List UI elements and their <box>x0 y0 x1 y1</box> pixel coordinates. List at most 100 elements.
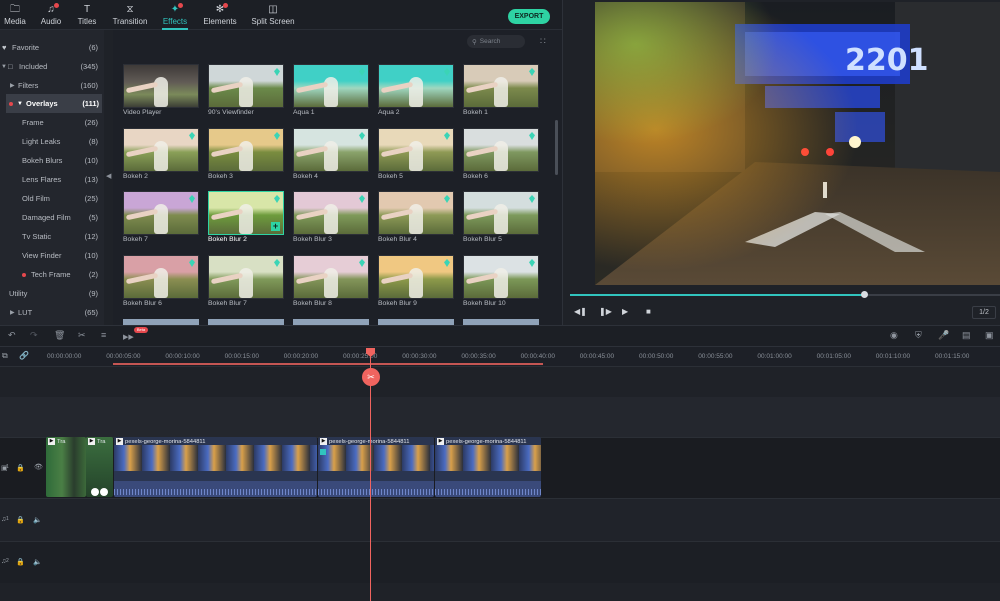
effect-thumb[interactable] <box>208 64 284 108</box>
link-icon[interactable]: 🔗 <box>19 351 29 360</box>
folder-icon: □ <box>8 62 13 71</box>
sidebar-item-tv-static[interactable]: Tv Static (12) <box>0 227 104 246</box>
sidebar-item-frame[interactable]: Frame (26) <box>0 113 104 132</box>
sidebar-item-included[interactable]: ▼ □ Included (345) <box>0 57 104 76</box>
sidebar-item-old-film[interactable]: Old Film (25) <box>0 189 104 208</box>
sidebar-item-count: (5) <box>88 213 98 222</box>
effect-thumb[interactable] <box>463 128 539 172</box>
video-clip[interactable]: ▶pexels-george-morina-5844811 <box>114 437 317 497</box>
effect-thumb[interactable]: + <box>208 191 284 235</box>
shield-icon[interactable]: ⛨ <box>915 330 922 341</box>
premium-gem-icon <box>274 195 280 203</box>
effect-thumb[interactable] <box>123 191 199 235</box>
effect-thumb[interactable] <box>293 64 369 108</box>
effect-thumb[interactable] <box>293 128 369 172</box>
track-number: 1 <box>6 464 9 470</box>
stop-icon[interactable]: ■ <box>646 307 651 316</box>
sidebar-item-utility[interactable]: Utility (9) <box>0 284 104 303</box>
timeline-toolbar <box>0 325 1000 347</box>
premium-gem-icon <box>189 132 195 140</box>
step-forward-icon[interactable]: ❚▶ <box>599 307 612 316</box>
sidebar-item-label: Overlays <box>26 99 58 108</box>
sidebar-item-label: Bokeh Blurs <box>22 156 63 165</box>
snapshot-icon[interactable]: ▣ <box>985 330 994 341</box>
sidebar-item-damaged-film[interactable]: Damaged Film (5) <box>0 208 104 227</box>
grid-scrollbar[interactable] <box>555 120 558 175</box>
add-effect-icon[interactable]: + <box>271 222 280 231</box>
effect-thumb[interactable] <box>378 255 454 299</box>
video-clip[interactable]: ▶pexels-george-morina-5844811 <box>318 437 434 497</box>
redo-icon[interactable]: ↷ <box>30 330 38 341</box>
preview-video: 2201 <box>595 2 1000 285</box>
tab-titles-label: Titles <box>77 16 97 26</box>
undo-icon[interactable]: ↶ <box>8 330 16 341</box>
tab-audio[interactable]: ♫ Audio <box>38 0 64 30</box>
preview-progress-handle[interactable] <box>861 291 868 298</box>
sidebar-item-lens-flares[interactable]: Lens Flares (13) <box>0 170 104 189</box>
playhead-line[interactable] <box>370 349 371 601</box>
ruler-timecode: 00:00:15:00 <box>224 353 259 360</box>
effect-thumb[interactable] <box>208 255 284 299</box>
microphone-icon[interactable]: 🎤 <box>938 330 949 341</box>
effect-thumb[interactable] <box>378 128 454 172</box>
effect-thumb[interactable] <box>463 64 539 108</box>
video-clip[interactable]: ▶pexels-george-morina-5844811 <box>435 437 541 497</box>
render-icon[interactable]: ◉ <box>890 330 898 341</box>
effect-thumb[interactable] <box>378 191 454 235</box>
sidebar-item-label: Old Film <box>22 194 50 203</box>
delete-icon[interactable]: 🗑 <box>54 330 65 341</box>
sidebar-item-bokeh-blurs[interactable]: Bokeh Blurs (10) <box>0 151 104 170</box>
effect-thumb[interactable] <box>293 191 369 235</box>
lock-icon[interactable]: 🔒 <box>16 558 25 566</box>
tab-split-screen-label: Split Screen <box>251 16 295 26</box>
tab-media[interactable]: 🗀 Media <box>2 0 28 30</box>
effect-thumb[interactable] <box>123 255 199 299</box>
effect-label: Bokeh 4 <box>293 173 318 180</box>
transition-clip[interactable]: ▶ Tra <box>46 437 86 497</box>
effect-thumb[interactable] <box>463 191 539 235</box>
effect-thumb[interactable] <box>378 64 454 108</box>
effect-thumb[interactable] <box>123 64 199 108</box>
collapse-sidebar-icon[interactable]: ◀ <box>106 172 111 180</box>
lock-icon[interactable]: 🔒 <box>16 516 25 524</box>
sidebar-item-view-finder[interactable]: View Finder (10) <box>0 246 104 265</box>
sidebar-item-filters[interactable]: ▶ Filters (160) <box>0 76 104 95</box>
tab-effects[interactable]: ✦ Effects <box>160 0 190 30</box>
tab-transition[interactable]: ⧖ Transition <box>112 0 148 30</box>
speed-icon[interactable]: ▶▶ <box>123 333 134 341</box>
preview-page-indicator[interactable]: 1/2 <box>972 306 996 319</box>
transition-clip[interactable]: ▶ Tra <box>86 437 113 497</box>
effect-thumb[interactable] <box>208 128 284 172</box>
adjust-icon[interactable]: ≡ <box>101 330 106 340</box>
sidebar-item-light-leaks[interactable]: Light Leaks (8) <box>0 132 104 151</box>
premium-gem-icon <box>359 259 365 267</box>
tab-split-screen[interactable]: ◫ Split Screen <box>251 0 295 30</box>
add-track-icon[interactable]: ⧉ <box>2 351 8 361</box>
speaker-icon[interactable]: 🔈 <box>33 558 42 566</box>
lock-icon[interactable]: 🔒 <box>16 464 25 472</box>
export-button[interactable]: EXPORT <box>508 9 550 24</box>
tab-effects-label: Effects <box>162 16 188 26</box>
scissors-icon[interactable]: ✂ <box>362 368 380 386</box>
effect-thumb[interactable] <box>463 255 539 299</box>
subtitles-icon[interactable]: ▤ <box>962 330 971 341</box>
effect-thumb[interactable] <box>293 255 369 299</box>
tab-titles[interactable]: T Titles <box>75 0 99 30</box>
sidebar-item-favorite[interactable]: ♥ Favorite (6) <box>0 38 104 57</box>
sidebar-item-label: Light Leaks <box>22 137 61 146</box>
sidebar-item-count: (9) <box>88 289 98 298</box>
speaker-icon[interactable]: 🔈 <box>33 516 42 524</box>
work-area-range[interactable] <box>113 363 543 365</box>
sidebar-item-overlays[interactable]: ▼ Overlays (111) <box>6 94 102 113</box>
effect-thumb[interactable] <box>123 128 199 172</box>
step-back-icon[interactable]: ◀❚ <box>574 307 587 316</box>
sidebar-item-tech-frame[interactable]: Tech Frame (2) <box>0 265 104 284</box>
cut-icon[interactable]: ✂ <box>78 330 86 341</box>
ruler-timecode: 00:00:00:00 <box>47 353 82 360</box>
search-input[interactable]: ⚲ Search <box>467 35 525 48</box>
tab-elements[interactable]: ✻ Elements <box>202 0 238 30</box>
sidebar-item-lut[interactable]: ▶ LUT (65) <box>0 303 104 322</box>
grid-view-icon[interactable]: ∷ <box>540 36 546 47</box>
eye-icon[interactable]: 👁 <box>34 463 43 471</box>
play-icon[interactable]: ▶ <box>622 307 628 316</box>
